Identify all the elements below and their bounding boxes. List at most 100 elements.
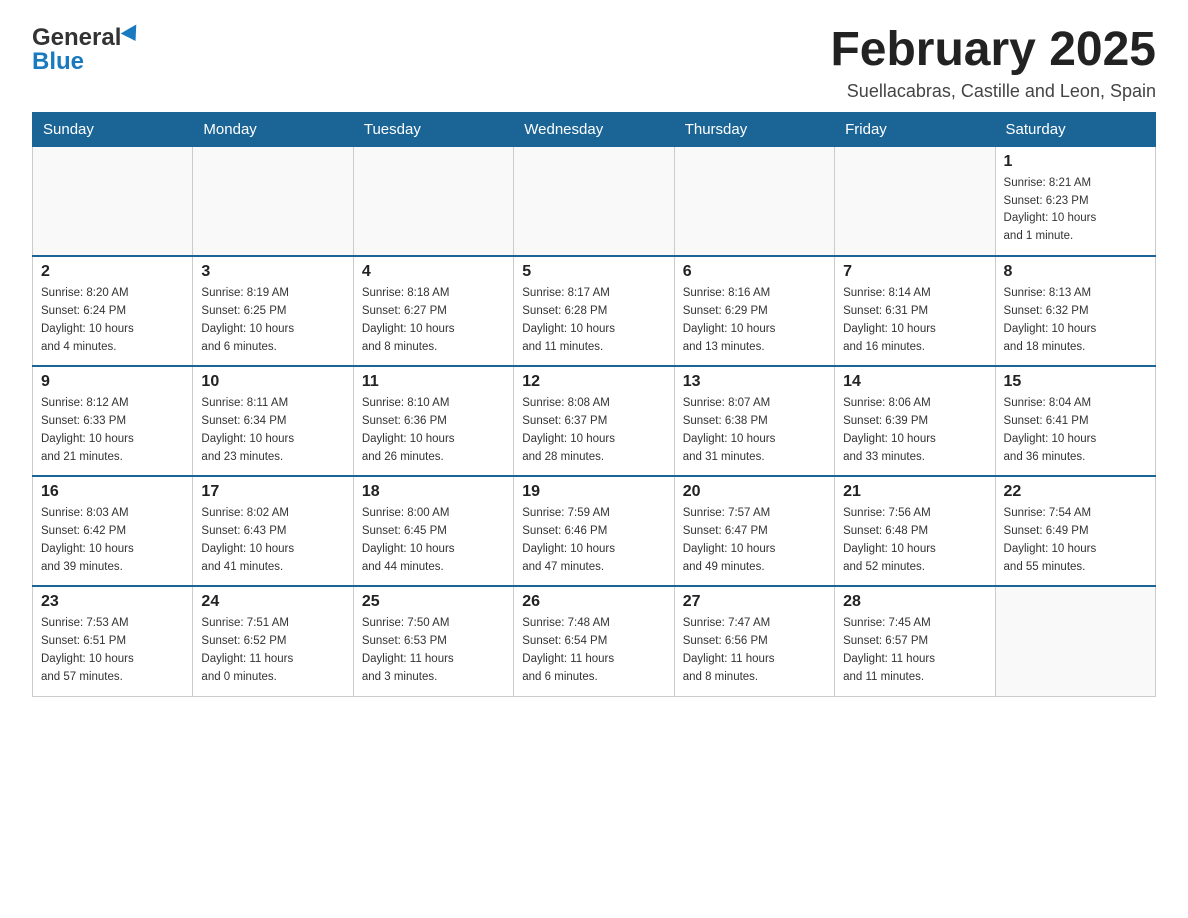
day-info: Sunrise: 7:54 AM Sunset: 6:49 PM Dayligh… [1004, 505, 1147, 576]
calendar-header-row: Sunday Monday Tuesday Wednesday Thursday… [33, 112, 1156, 146]
table-row: 13 Sunrise: 8:07 AM Sunset: 6:38 PM Dayli… [674, 366, 834, 476]
day-info: Sunrise: 7:53 AM Sunset: 6:51 PM Dayligh… [41, 615, 184, 686]
day-number: 16 [41, 483, 184, 501]
col-friday: Friday [835, 112, 995, 146]
table-row: 23 Sunrise: 7:53 AM Sunset: 6:51 PM Dayli… [33, 586, 193, 696]
day-number: 17 [201, 483, 344, 501]
calendar-week-row: 16 Sunrise: 8:03 AM Sunset: 6:42 PM Dayli… [33, 476, 1156, 586]
col-saturday: Saturday [995, 112, 1155, 146]
location-subtitle: Suellacabras, Castille and Leon, Spain [830, 81, 1156, 102]
day-info: Sunrise: 8:20 AM Sunset: 6:24 PM Dayligh… [41, 285, 184, 356]
day-number: 15 [1004, 373, 1147, 391]
table-row [995, 586, 1155, 696]
day-number: 13 [683, 373, 826, 391]
day-number: 18 [362, 483, 505, 501]
table-row: 16 Sunrise: 8:03 AM Sunset: 6:42 PM Dayli… [33, 476, 193, 586]
day-info: Sunrise: 7:48 AM Sunset: 6:54 PM Dayligh… [522, 615, 665, 686]
day-number: 7 [843, 263, 986, 281]
calendar-week-row: 23 Sunrise: 7:53 AM Sunset: 6:51 PM Dayli… [33, 586, 1156, 696]
day-info: Sunrise: 7:56 AM Sunset: 6:48 PM Dayligh… [843, 505, 986, 576]
day-number: 3 [201, 263, 344, 281]
table-row: 6Sunrise: 8:16 AM Sunset: 6:29 PM Daylig… [674, 256, 834, 366]
day-number: 21 [843, 483, 986, 501]
col-wednesday: Wednesday [514, 112, 674, 146]
day-info: Sunrise: 7:57 AM Sunset: 6:47 PM Dayligh… [683, 505, 826, 576]
table-row: 12 Sunrise: 8:08 AM Sunset: 6:37 PM Dayli… [514, 366, 674, 476]
day-number: 26 [522, 593, 665, 611]
table-row: 22Sunrise: 7:54 AM Sunset: 6:49 PM Dayli… [995, 476, 1155, 586]
table-row: 15 Sunrise: 8:04 AM Sunset: 6:41 PM Dayli… [995, 366, 1155, 476]
day-number: 12 [522, 373, 665, 391]
day-info: Sunrise: 8:21 AM Sunset: 6:23 PM Dayligh… [1004, 175, 1147, 246]
table-row: 19 Sunrise: 7:59 AM Sunset: 6:46 PM Dayli… [514, 476, 674, 586]
day-number: 2 [41, 263, 184, 281]
table-row [835, 146, 995, 256]
day-number: 10 [201, 373, 344, 391]
col-monday: Monday [193, 112, 353, 146]
table-row: 8 Sunrise: 8:13 AM Sunset: 6:32 PM Daylig… [995, 256, 1155, 366]
day-number: 27 [683, 593, 826, 611]
day-number: 5 [522, 263, 665, 281]
table-row: 4 Sunrise: 8:18 AM Sunset: 6:27 PM Daylig… [353, 256, 513, 366]
title-area: February 2025 Suellacabras, Castille and… [830, 24, 1156, 102]
table-row [514, 146, 674, 256]
day-info: Sunrise: 8:04 AM Sunset: 6:41 PM Dayligh… [1004, 395, 1147, 466]
day-number: 24 [201, 593, 344, 611]
table-row: 10 Sunrise: 8:11 AM Sunset: 6:34 PM Dayli… [193, 366, 353, 476]
day-number: 25 [362, 593, 505, 611]
logo: General Blue [32, 24, 141, 76]
table-row [674, 146, 834, 256]
day-number: 14 [843, 373, 986, 391]
logo-triangle-icon [121, 24, 144, 45]
page-header: General Blue February 2025 Suellacabras,… [32, 24, 1156, 102]
day-number: 28 [843, 593, 986, 611]
day-info: Sunrise: 7:51 AM Sunset: 6:52 PM Dayligh… [201, 615, 344, 686]
table-row: 27 Sunrise: 7:47 AM Sunset: 6:56 PM Dayli… [674, 586, 834, 696]
day-number: 20 [683, 483, 826, 501]
table-row: 28 Sunrise: 7:45 AM Sunset: 6:57 PM Dayli… [835, 586, 995, 696]
day-info: Sunrise: 8:07 AM Sunset: 6:38 PM Dayligh… [683, 395, 826, 466]
day-number: 9 [41, 373, 184, 391]
table-row: 26 Sunrise: 7:48 AM Sunset: 6:54 PM Dayli… [514, 586, 674, 696]
day-info: Sunrise: 7:45 AM Sunset: 6:57 PM Dayligh… [843, 615, 986, 686]
col-sunday: Sunday [33, 112, 193, 146]
table-row: 5 Sunrise: 8:17 AM Sunset: 6:28 PM Daylig… [514, 256, 674, 366]
day-info: Sunrise: 8:06 AM Sunset: 6:39 PM Dayligh… [843, 395, 986, 466]
day-info: Sunrise: 8:11 AM Sunset: 6:34 PM Dayligh… [201, 395, 344, 466]
col-tuesday: Tuesday [353, 112, 513, 146]
day-number: 19 [522, 483, 665, 501]
day-info: Sunrise: 8:00 AM Sunset: 6:45 PM Dayligh… [362, 505, 505, 576]
day-info: Sunrise: 8:08 AM Sunset: 6:37 PM Dayligh… [522, 395, 665, 466]
day-info: Sunrise: 8:13 AM Sunset: 6:32 PM Dayligh… [1004, 285, 1147, 356]
table-row: 7 Sunrise: 8:14 AM Sunset: 6:31 PM Daylig… [835, 256, 995, 366]
calendar-week-row: 1 Sunrise: 8:21 AM Sunset: 6:23 PM Daylig… [33, 146, 1156, 256]
calendar-week-row: 9Sunrise: 8:12 AM Sunset: 6:33 PM Daylig… [33, 366, 1156, 476]
day-info: Sunrise: 8:17 AM Sunset: 6:28 PM Dayligh… [522, 285, 665, 356]
day-info: Sunrise: 8:14 AM Sunset: 6:31 PM Dayligh… [843, 285, 986, 356]
day-number: 8 [1004, 263, 1147, 281]
day-info: Sunrise: 8:16 AM Sunset: 6:29 PM Dayligh… [683, 285, 826, 356]
table-row: 3 Sunrise: 8:19 AM Sunset: 6:25 PM Daylig… [193, 256, 353, 366]
table-row: 18 Sunrise: 8:00 AM Sunset: 6:45 PM Dayli… [353, 476, 513, 586]
day-info: Sunrise: 7:50 AM Sunset: 6:53 PM Dayligh… [362, 615, 505, 686]
day-number: 1 [1004, 153, 1147, 171]
calendar-week-row: 2 Sunrise: 8:20 AM Sunset: 6:24 PM Daylig… [33, 256, 1156, 366]
day-info: Sunrise: 8:18 AM Sunset: 6:27 PM Dayligh… [362, 285, 505, 356]
day-number: 11 [362, 373, 505, 391]
table-row: 11 Sunrise: 8:10 AM Sunset: 6:36 PM Dayli… [353, 366, 513, 476]
day-info: Sunrise: 8:03 AM Sunset: 6:42 PM Dayligh… [41, 505, 184, 576]
table-row [193, 146, 353, 256]
table-row: 2 Sunrise: 8:20 AM Sunset: 6:24 PM Daylig… [33, 256, 193, 366]
table-row [353, 146, 513, 256]
day-info: Sunrise: 8:02 AM Sunset: 6:43 PM Dayligh… [201, 505, 344, 576]
table-row: 25 Sunrise: 7:50 AM Sunset: 6:53 PM Dayli… [353, 586, 513, 696]
day-number: 23 [41, 593, 184, 611]
day-info: Sunrise: 7:47 AM Sunset: 6:56 PM Dayligh… [683, 615, 826, 686]
calendar-table: Sunday Monday Tuesday Wednesday Thursday… [32, 112, 1156, 697]
day-number: 4 [362, 263, 505, 281]
day-info: Sunrise: 8:19 AM Sunset: 6:25 PM Dayligh… [201, 285, 344, 356]
table-row: 24 Sunrise: 7:51 AM Sunset: 6:52 PM Dayli… [193, 586, 353, 696]
table-row: 14 Sunrise: 8:06 AM Sunset: 6:39 PM Dayli… [835, 366, 995, 476]
day-info: Sunrise: 7:59 AM Sunset: 6:46 PM Dayligh… [522, 505, 665, 576]
day-info: Sunrise: 8:10 AM Sunset: 6:36 PM Dayligh… [362, 395, 505, 466]
